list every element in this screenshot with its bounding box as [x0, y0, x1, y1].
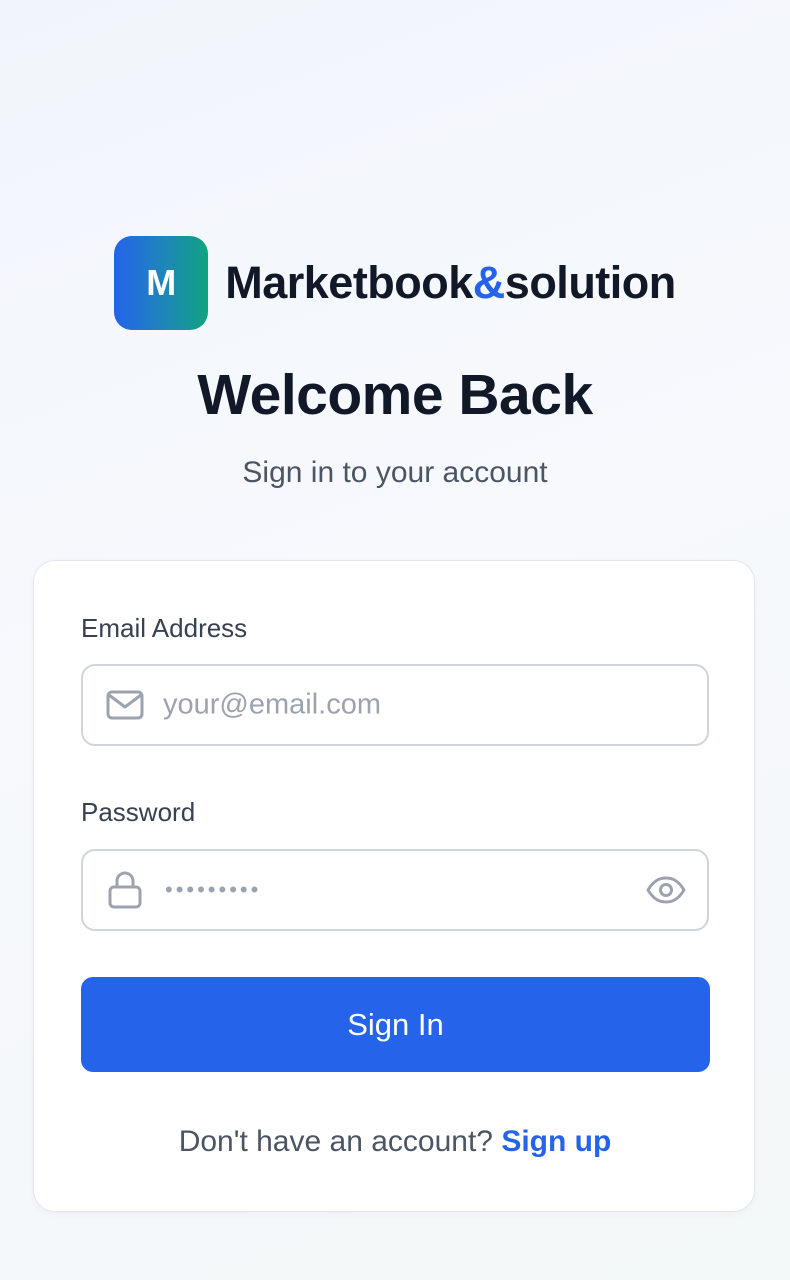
email-placeholder: your@email.com — [163, 688, 381, 721]
email-label: Email Address — [81, 613, 248, 643]
sign-in-button[interactable]: Sign In — [81, 977, 710, 1072]
signup-prompt: Don't have an account? Sign up — [34, 1125, 756, 1159]
password-field[interactable]: ••••••••• — [81, 849, 709, 931]
lock-icon — [105, 870, 145, 910]
email-field[interactable]: your@email.com — [81, 664, 709, 746]
eye-icon[interactable] — [645, 869, 687, 911]
password-masked-value: ••••••••• — [165, 877, 262, 902]
brand-header: M Marketbook&solution — [0, 236, 790, 330]
login-card: Email Address your@email.com Password ••… — [33, 560, 755, 1212]
brand-name-ampersand: & — [472, 257, 506, 308]
brand-name: Marketbook&solution — [225, 257, 676, 309]
logo-letter: M — [146, 262, 177, 303]
brand-name-part1: Marketbook — [225, 257, 473, 308]
page-subtitle: Sign in to your account — [242, 456, 548, 489]
signup-prompt-text: Don't have an account? — [178, 1125, 493, 1158]
sign-up-link[interactable]: Sign up — [501, 1125, 611, 1158]
page-title: Welcome Back — [197, 363, 593, 427]
logo-badge: M — [114, 236, 209, 330]
brand-name-part2: solution — [504, 257, 676, 308]
password-label: Password — [81, 797, 196, 827]
mail-icon — [105, 685, 145, 725]
